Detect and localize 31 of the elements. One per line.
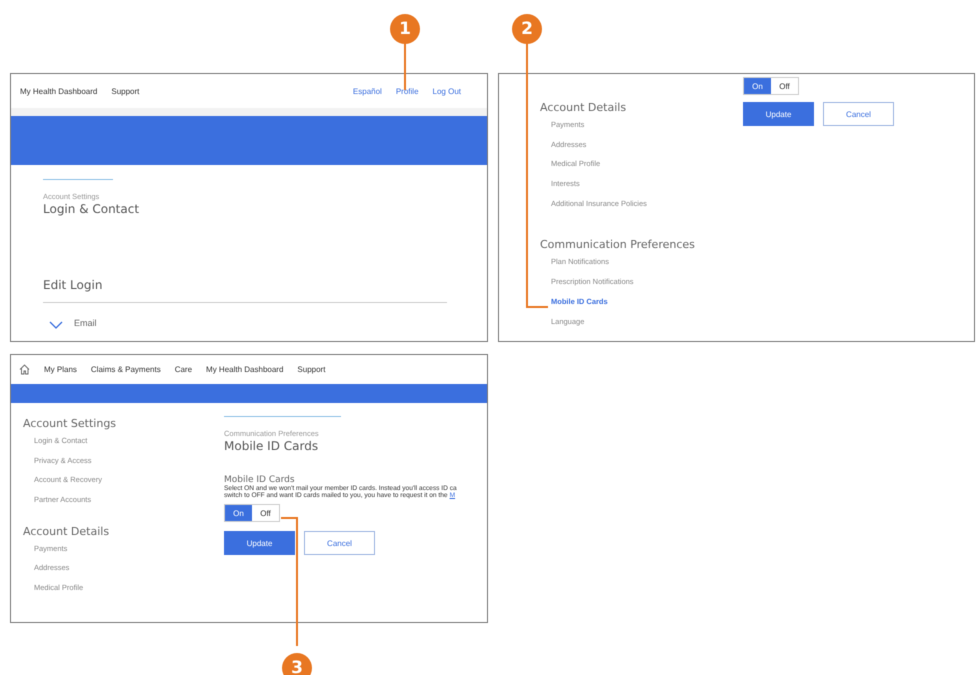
nav-link[interactable]: Care	[174, 365, 192, 374]
nav-link[interactable]: My Health Dashboard	[206, 365, 284, 374]
home-icon[interactable]	[19, 364, 30, 375]
leader-line	[404, 42, 406, 90]
update-button[interactable]: Update	[743, 102, 814, 126]
header-link[interactable]: Log Out	[432, 86, 461, 96]
nav-link[interactable]: Support	[297, 365, 326, 374]
cancel-button[interactable]: Cancel	[823, 102, 894, 126]
step-number-badge: 3	[282, 653, 312, 675]
accordion-label[interactable]: Email	[74, 318, 97, 328]
toggle-option[interactable]: On	[225, 505, 252, 521]
section-heading: Communication Preferences	[540, 238, 696, 252]
cancel-button[interactable]: Cancel	[304, 531, 375, 555]
header-link[interactable]: Profile	[396, 86, 419, 96]
update-button[interactable]: Update	[224, 531, 295, 555]
nav-link[interactable]: Support	[111, 86, 140, 96]
section-heading: Account Settings	[23, 417, 118, 430]
section-heading: Account Details	[23, 524, 110, 538]
header-link[interactable]: Español	[352, 86, 382, 96]
nav-link[interactable]: Claims & Payments	[90, 365, 161, 374]
nav-link[interactable]: My Health Dashboard	[20, 86, 98, 96]
setting-label: Mobile ID Cards	[224, 475, 296, 485]
chevron-down-icon[interactable]	[49, 321, 63, 329]
page-title: Mobile ID Cards	[224, 439, 320, 453]
step-number-badge: 1	[390, 14, 420, 44]
step-number-badge: 2	[512, 14, 542, 44]
section-title: Edit Login	[43, 278, 104, 292]
page-title: Login & Contact	[43, 202, 140, 216]
nav-link[interactable]: My Plans	[44, 365, 77, 374]
section-heading: Account Details	[540, 101, 628, 114]
toggle-option[interactable]: On	[744, 78, 771, 94]
